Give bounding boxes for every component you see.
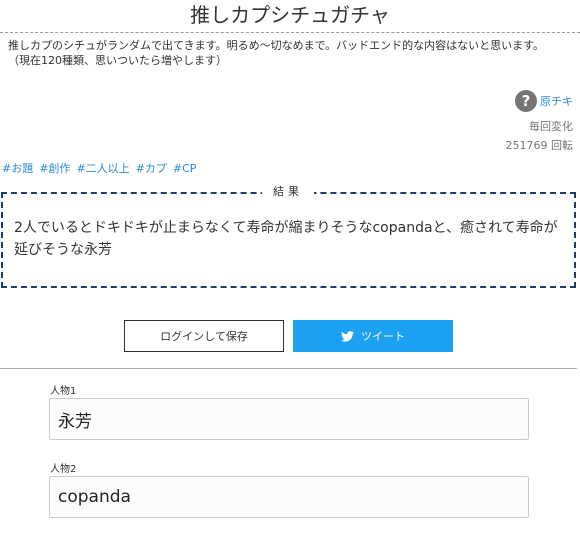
- author-name[interactable]: 原チキ: [540, 93, 573, 109]
- tag-link[interactable]: #二人以上: [76, 162, 129, 176]
- person1-input[interactable]: [49, 398, 529, 440]
- twitter-bird-icon: [341, 330, 354, 342]
- person2-input[interactable]: [49, 476, 529, 518]
- tag-link[interactable]: #創作: [39, 162, 70, 176]
- result-text: 2人でいるとドキドキが止まらなくて寿命が縮まりそうなcopandaと、癒されて寿…: [14, 220, 558, 258]
- person2-label: 人物2: [50, 464, 77, 475]
- person1-label: 人物1: [50, 386, 77, 397]
- login-save-label: ログインして保存: [160, 330, 248, 343]
- description-line-2: （現在120種類、思いついたら増やします）: [8, 54, 227, 67]
- tag-link[interactable]: #お題: [2, 162, 33, 176]
- page-title: 推しカプシチュガチャ: [190, 3, 390, 27]
- description-line-1: 推しカプのシチュがランダムで出てきます。明るめ〜切なめまで。バッドエンド的な内容…: [8, 39, 545, 52]
- author-link[interactable]: ? 原チキ: [515, 90, 573, 112]
- login-save-button[interactable]: ログインして保存: [124, 320, 284, 352]
- spin-count: 251769 回転: [505, 139, 574, 152]
- description: 推しカプのシチュがランダムで出てきます。明るめ〜切なめまで。バッドエンド的な内容…: [8, 38, 573, 68]
- section-divider: [0, 368, 577, 369]
- title-divider: [0, 32, 580, 33]
- result-label: 結果: [262, 184, 314, 200]
- tag-link[interactable]: #CP: [173, 162, 197, 176]
- question-mark-icon: ?: [515, 90, 537, 112]
- tweet-label: ツイート: [361, 330, 405, 343]
- tag-list: #お題 #創作 #二人以上 #カプ #CP: [2, 162, 196, 176]
- tag-link[interactable]: #カプ: [136, 162, 167, 176]
- tweet-button[interactable]: ツイート: [293, 320, 453, 352]
- change-note: 毎回変化: [529, 120, 573, 133]
